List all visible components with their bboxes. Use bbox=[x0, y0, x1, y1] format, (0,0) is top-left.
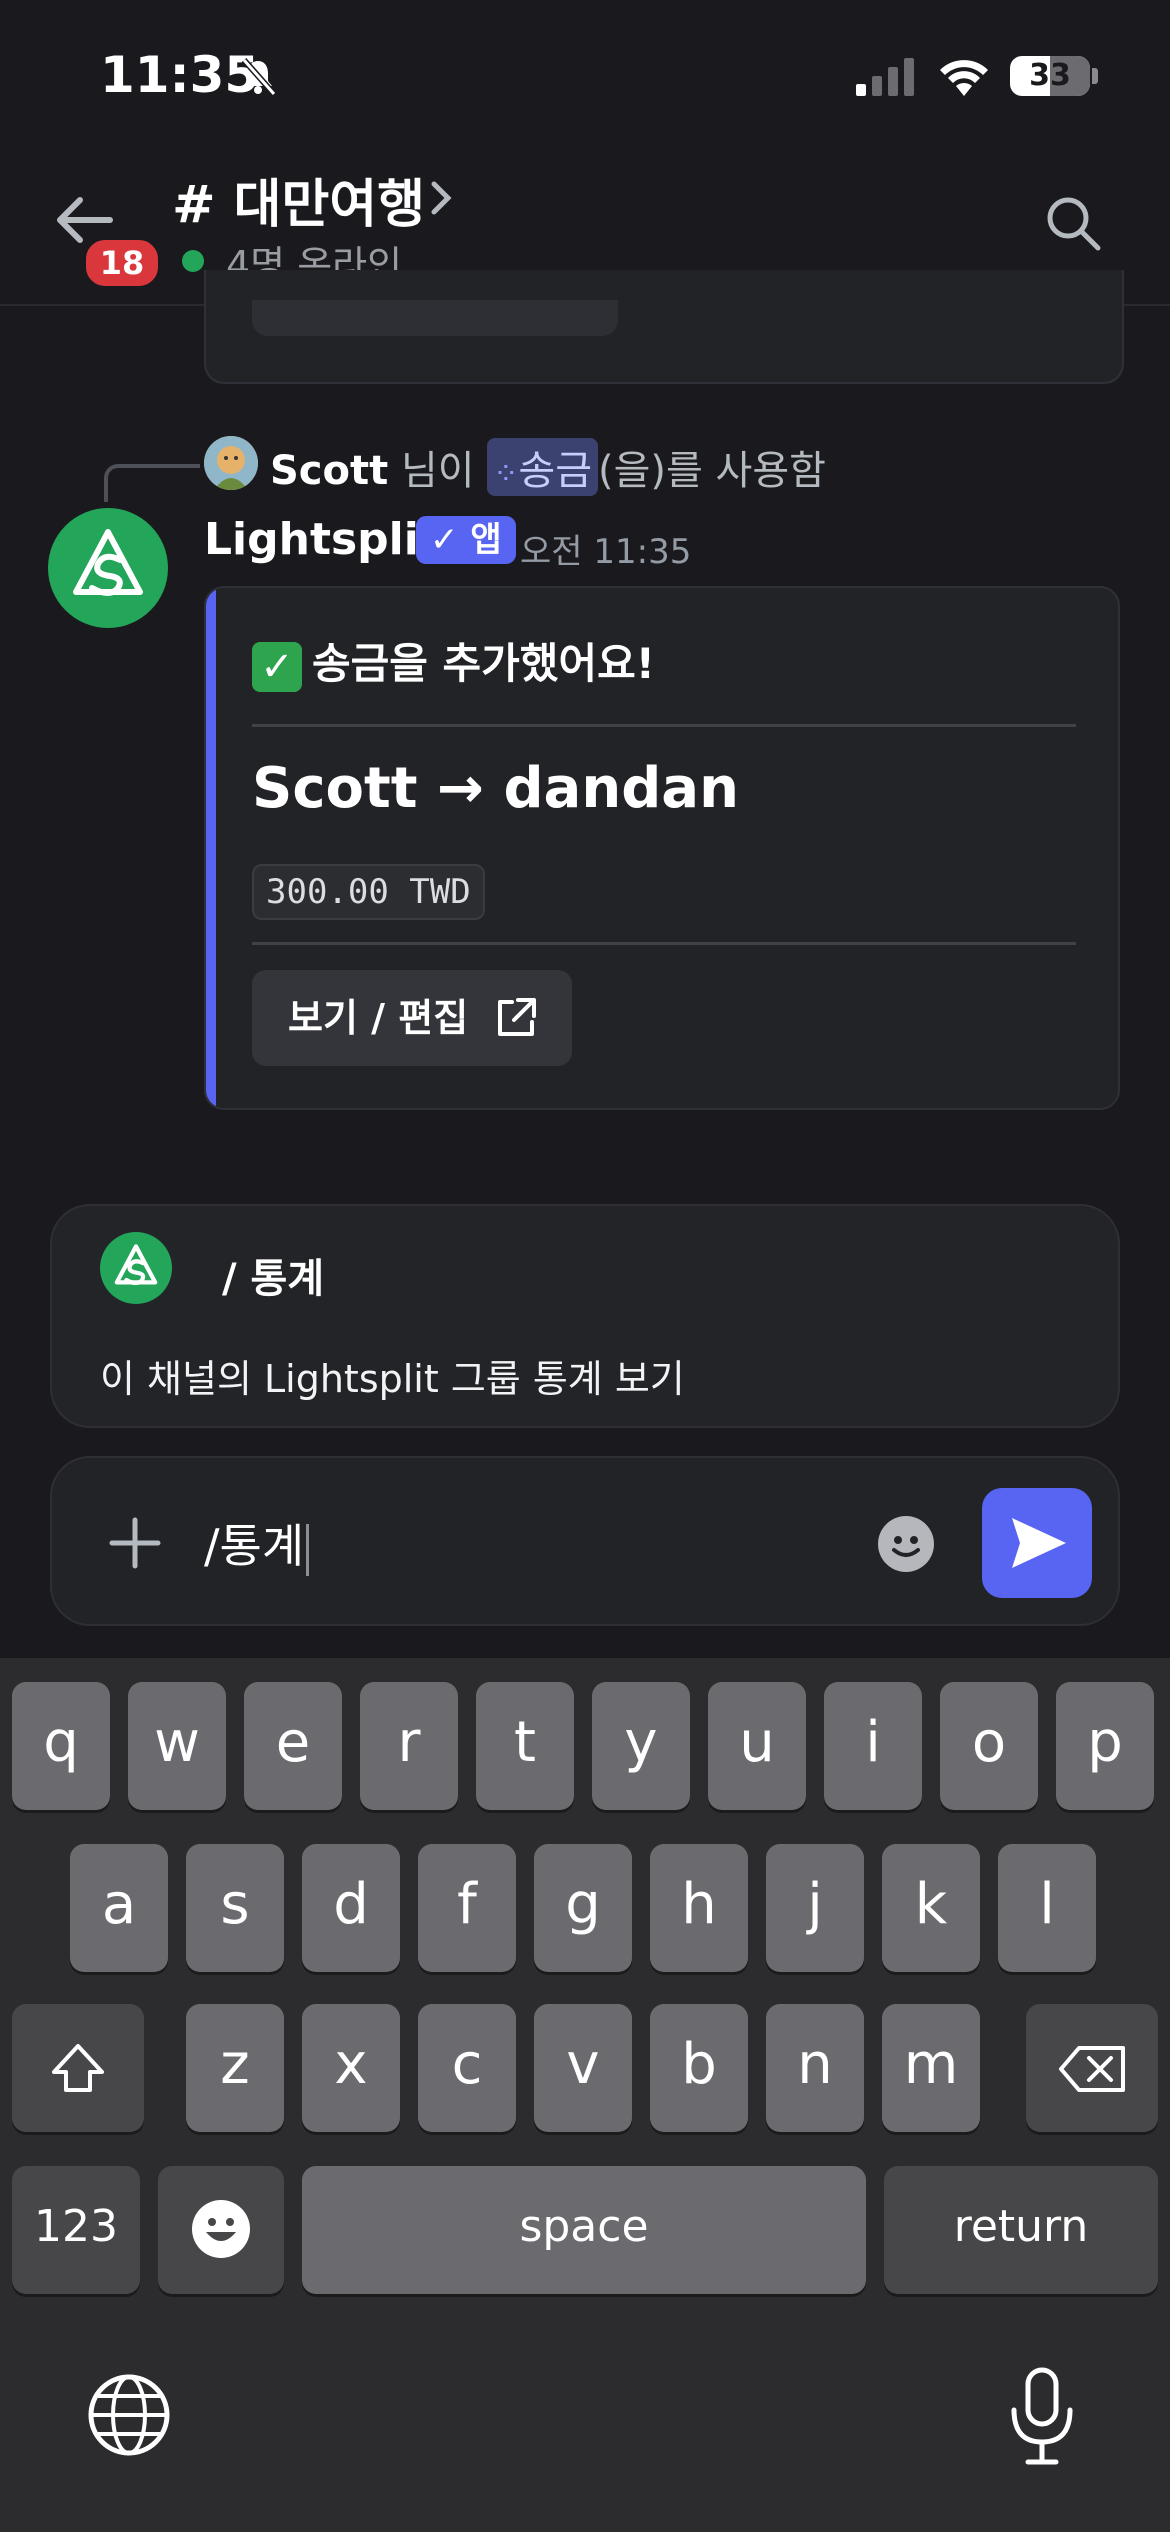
command-icon: ⁘ bbox=[493, 457, 519, 492]
view-edit-button[interactable]: 보기 / 편집 bbox=[252, 970, 572, 1066]
key-q[interactable]: q bbox=[12, 1682, 110, 1810]
bot-name[interactable]: Lightsplit bbox=[204, 514, 440, 565]
embed-title: ✓ 송금을 추가했어요! bbox=[252, 630, 655, 692]
command-mention[interactable]: ⁘송금 bbox=[487, 438, 599, 496]
lightsplit-logo-icon bbox=[73, 529, 143, 596]
key-n[interactable]: n bbox=[766, 2004, 864, 2132]
signal-icon bbox=[856, 58, 914, 96]
emoji-icon[interactable] bbox=[878, 1516, 934, 1572]
send-icon bbox=[1012, 1518, 1066, 1568]
divider bbox=[252, 724, 1076, 727]
microphone-icon[interactable] bbox=[1006, 2366, 1078, 2466]
key-g[interactable]: g bbox=[534, 1844, 632, 1972]
key-i[interactable]: i bbox=[824, 1682, 922, 1810]
key-k[interactable]: k bbox=[882, 1844, 980, 1972]
channel-title[interactable]: # 대만여행 bbox=[172, 162, 425, 237]
message-timestamp: 오전 11:35 bbox=[520, 532, 692, 572]
key-l[interactable]: l bbox=[998, 1844, 1096, 1972]
online-status-dot bbox=[182, 250, 204, 272]
chevron-right-icon[interactable] bbox=[426, 178, 456, 218]
amount-code: 300.00 TWD bbox=[252, 864, 485, 920]
key-u[interactable]: u bbox=[708, 1682, 806, 1810]
key-t[interactable]: t bbox=[476, 1682, 574, 1810]
bot-avatar[interactable] bbox=[48, 508, 168, 628]
check-mark-icon: ✓ bbox=[252, 641, 302, 692]
transfer-summary: Scott → dandan bbox=[252, 756, 739, 821]
transfer-embed: ✓ 송금을 추가했어요! Scott → dandan 300.00 TWD 보기… bbox=[204, 586, 1120, 1110]
key-c[interactable]: c bbox=[418, 2004, 516, 2132]
key-o[interactable]: o bbox=[940, 1682, 1038, 1810]
command-suggestion[interactable]: / 통계 이 채널의 Lightsplit 그룹 통계 보기 bbox=[50, 1204, 1120, 1428]
status-time: 11:35 bbox=[100, 46, 260, 104]
message-input[interactable]: /통계 bbox=[204, 1510, 310, 1576]
reply-username[interactable]: Scott bbox=[270, 448, 388, 494]
key-s[interactable]: s bbox=[186, 1844, 284, 1972]
unread-badge: 18 bbox=[82, 236, 162, 290]
bot-avatar bbox=[100, 1232, 172, 1304]
return-key[interactable]: return bbox=[884, 2166, 1158, 2294]
send-button[interactable] bbox=[982, 1488, 1092, 1598]
key-a[interactable]: a bbox=[70, 1844, 168, 1972]
key-y[interactable]: y bbox=[592, 1682, 690, 1810]
battery-icon: 33 bbox=[1010, 56, 1090, 96]
numbers-key[interactable]: 123 bbox=[12, 2166, 140, 2294]
key-r[interactable]: r bbox=[360, 1682, 458, 1810]
app-tag: ✓ 앱 bbox=[416, 516, 516, 564]
external-link-icon bbox=[498, 998, 536, 1036]
emoji-keyboard-key[interactable] bbox=[158, 2166, 284, 2294]
command-name: / 통계 bbox=[222, 1256, 325, 1302]
key-d[interactable]: d bbox=[302, 1844, 400, 1972]
key-m[interactable]: m bbox=[882, 2004, 980, 2132]
command-description: 이 채널의 Lightsplit 그룹 통계 보기 bbox=[100, 1357, 685, 1401]
key-f[interactable]: f bbox=[418, 1844, 516, 1972]
divider bbox=[252, 942, 1076, 945]
key-b[interactable]: b bbox=[650, 2004, 748, 2132]
globe-icon[interactable] bbox=[84, 2370, 174, 2460]
key-e[interactable]: e bbox=[244, 1682, 342, 1810]
key-j[interactable]: j bbox=[766, 1844, 864, 1972]
previous-embed-button[interactable] bbox=[252, 300, 618, 336]
key-w[interactable]: w bbox=[128, 1682, 226, 1810]
avatar[interactable] bbox=[204, 436, 258, 490]
reply-connector bbox=[104, 464, 200, 502]
message-input-bar: /통계 bbox=[50, 1456, 1120, 1626]
wifi-icon bbox=[940, 60, 988, 96]
reply-context: Scott 님이 ⁘송금 (을)를 사용함 bbox=[270, 438, 826, 496]
key-h[interactable]: h bbox=[650, 1844, 748, 1972]
bell-muted-icon bbox=[241, 58, 277, 96]
backspace-key[interactable] bbox=[1026, 2004, 1158, 2132]
key-p[interactable]: p bbox=[1056, 1682, 1154, 1810]
plus-icon[interactable] bbox=[108, 1516, 162, 1570]
embed-accent-bar bbox=[206, 588, 216, 1108]
lightsplit-logo-icon bbox=[114, 1244, 158, 1286]
key-x[interactable]: x bbox=[302, 2004, 400, 2132]
search-icon[interactable] bbox=[1044, 194, 1102, 252]
key-z[interactable]: z bbox=[186, 2004, 284, 2132]
space-key[interactable]: space bbox=[302, 2166, 866, 2294]
key-v[interactable]: v bbox=[534, 2004, 632, 2132]
shift-key[interactable] bbox=[12, 2004, 144, 2132]
